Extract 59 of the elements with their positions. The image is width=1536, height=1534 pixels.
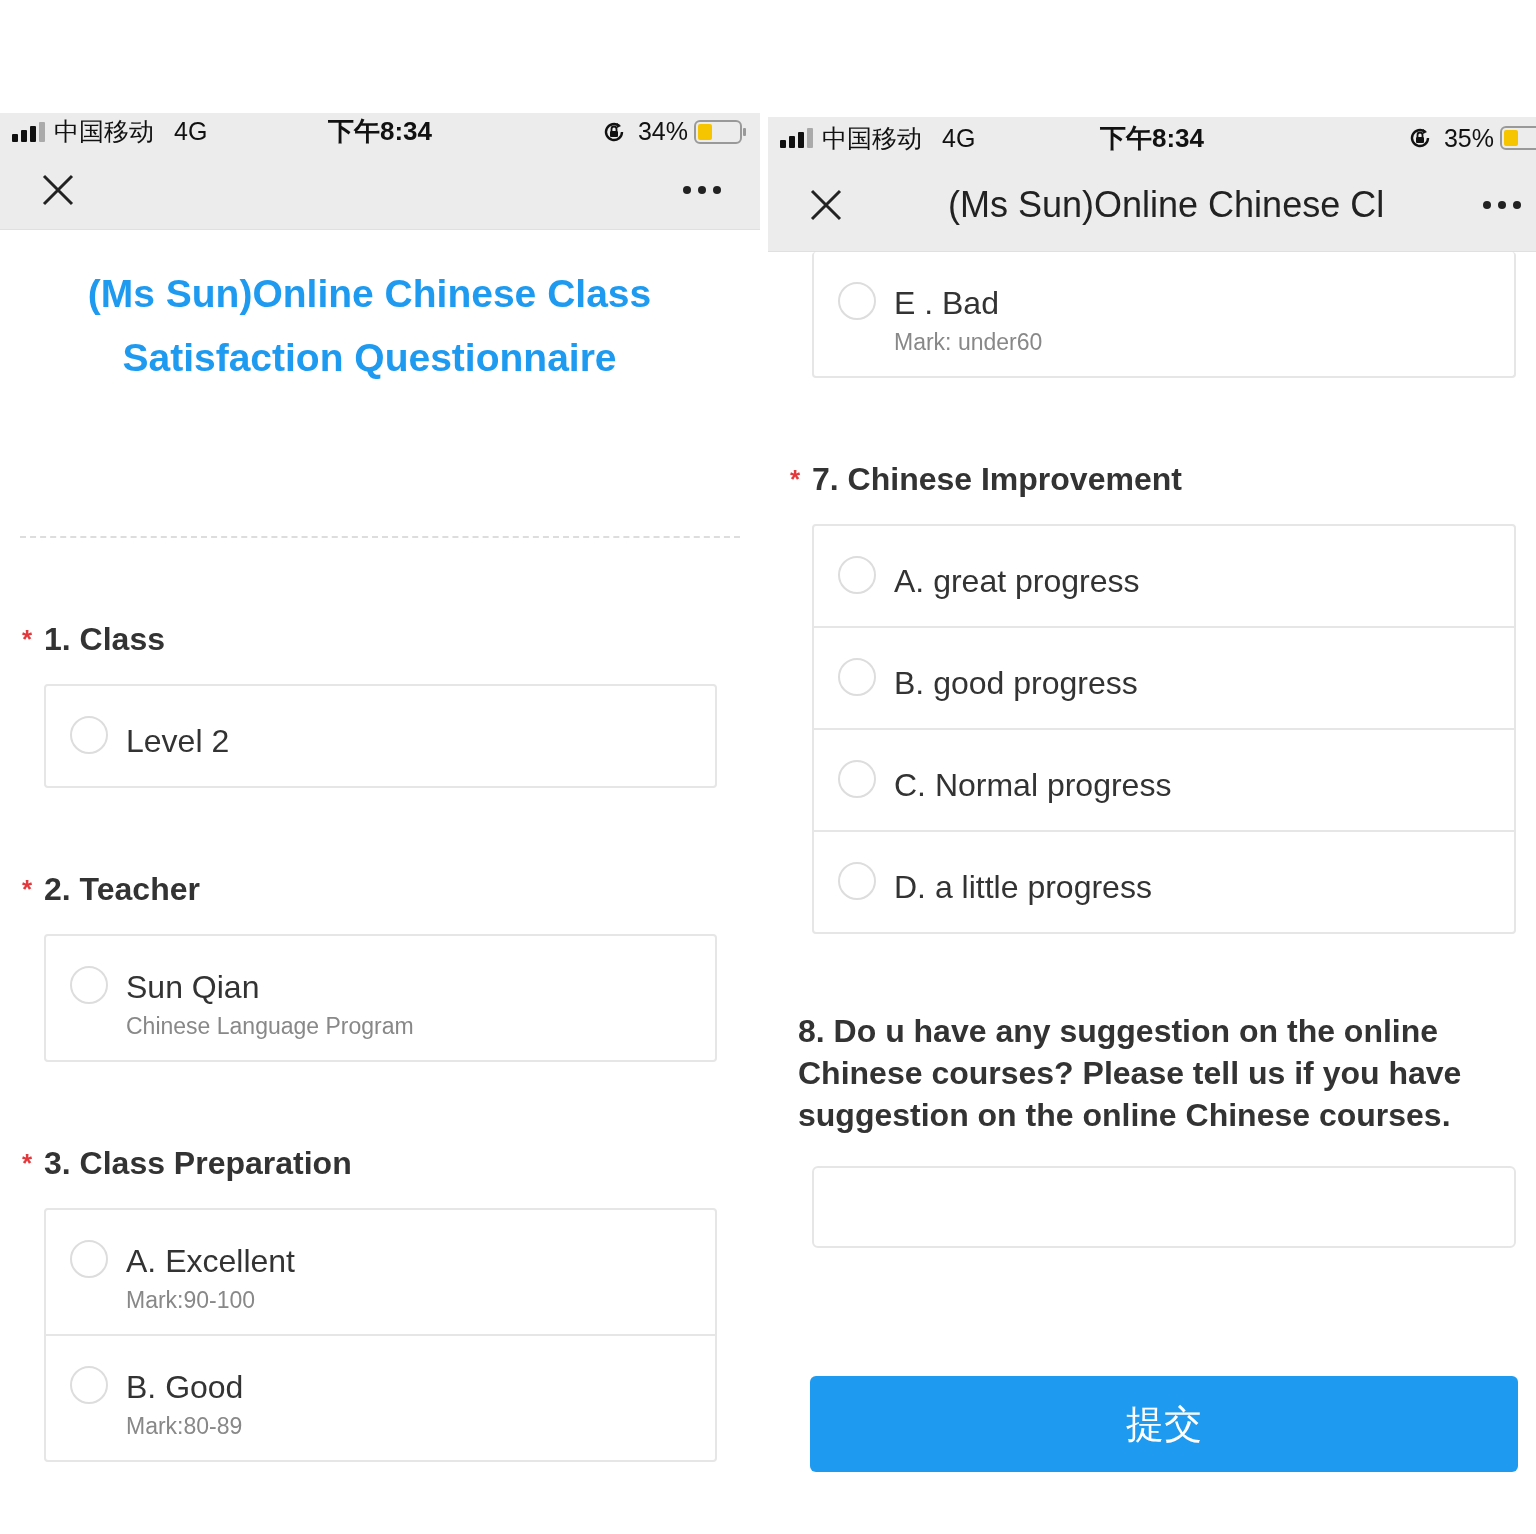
- question-title: 7. Chinese Improvement: [812, 460, 1182, 499]
- battery-percent: 35%: [1443, 123, 1494, 153]
- clock-time: 下午8:34: [328, 115, 432, 149]
- signal-icon: [12, 121, 46, 142]
- question-title: 8. Do u have any suggestion on the online Chinese courses? Please tell us if you have suggestion on the online Chinese courses.: [798, 1012, 1463, 1135]
- radio-button[interactable]: [70, 716, 108, 754]
- option-row[interactable]: A. Excellent Mark:90-100: [46, 1210, 715, 1334]
- option-label: A. great progress: [894, 562, 1140, 601]
- radio-button[interactable]: [838, 556, 876, 594]
- carrier-name: 中国移动: [54, 116, 154, 148]
- radio-button[interactable]: [70, 1366, 108, 1404]
- required-mark: *: [22, 873, 34, 905]
- answer-field[interactable]: [812, 1166, 1516, 1248]
- required-mark: *: [22, 1147, 34, 1179]
- battery-percent: 34%: [637, 117, 688, 147]
- option-row[interactable]: C. Normal progress: [814, 728, 1514, 830]
- more-icon[interactable]: [682, 184, 722, 195]
- option-note: Mark:80-89: [126, 1412, 244, 1440]
- radio-button[interactable]: [70, 966, 108, 1004]
- required-mark: *: [790, 463, 802, 495]
- carrier-name: 中国移动: [822, 122, 922, 154]
- clock-time: 下午8:34: [1100, 121, 1204, 155]
- radio-button[interactable]: [838, 282, 876, 320]
- option-row[interactable]: B. Good Mark:80-89: [46, 1334, 715, 1460]
- option-label: D. a little progress: [894, 868, 1152, 907]
- network-type: 4G: [942, 123, 976, 153]
- option-label: Level 2: [126, 722, 230, 761]
- option-row[interactable]: D. a little progress: [814, 830, 1514, 932]
- radio-button[interactable]: [838, 658, 876, 696]
- questionnaire-title: (Ms Sun)Online Chinese Class: [87, 271, 652, 317]
- radio-button[interactable]: [838, 862, 876, 900]
- option-label: Sun Qian: [126, 967, 261, 1007]
- more-icon[interactable]: [1482, 200, 1522, 210]
- option-row[interactable]: E . Bad Mark: under60: [814, 252, 1514, 376]
- close-icon[interactable]: [810, 189, 842, 221]
- question-title: 2. Teacher: [44, 870, 200, 909]
- network-type: 4G: [174, 117, 208, 147]
- question-title: 3. Class Preparation: [44, 1144, 352, 1183]
- option-row[interactable]: Sun Qian Chinese Language Program: [46, 936, 715, 1060]
- option-note: Chinese Language Program: [126, 1012, 414, 1040]
- option-row[interactable]: Level 2: [46, 686, 715, 786]
- option-note: Mark:90-100: [126, 1286, 257, 1314]
- option-label: B. good progress: [894, 664, 1138, 703]
- page-title: (Ms Sun)Online Chinese Cl: [948, 184, 1385, 225]
- option-row[interactable]: B. good progress: [814, 626, 1514, 728]
- questionnaire-title: Satisfaction Questionnaire: [122, 335, 617, 381]
- option-label: C. Normal progress: [894, 766, 1172, 805]
- option-note: Mark: under60: [894, 328, 1043, 356]
- radio-button[interactable]: [70, 1240, 108, 1278]
- radio-button[interactable]: [838, 760, 876, 798]
- option-label: B. Good: [126, 1367, 244, 1407]
- option-label: E . Bad: [894, 283, 1000, 323]
- option-label: A. Excellent: [126, 1241, 295, 1281]
- battery-icon: [694, 119, 748, 144]
- signal-icon: [780, 128, 814, 148]
- question-title: 1. Class: [44, 620, 165, 659]
- required-mark: *: [22, 623, 34, 655]
- close-icon[interactable]: [42, 173, 74, 206]
- option-row[interactable]: A. great progress: [814, 526, 1514, 626]
